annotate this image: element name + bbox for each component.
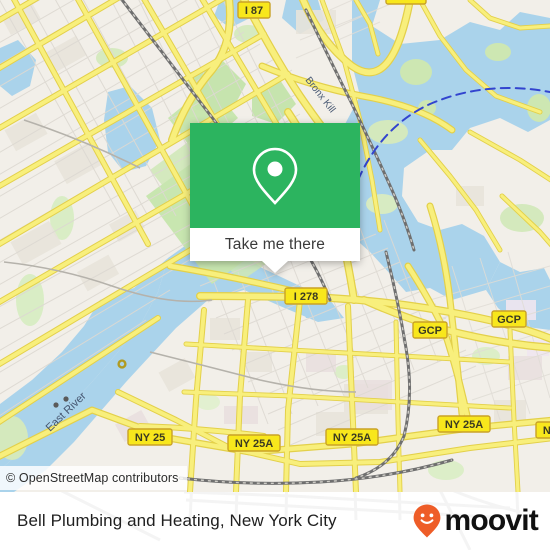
map-shield-ny25: NY 25 xyxy=(127,428,173,446)
map-shield-gcp-2: GCP xyxy=(491,310,527,328)
svg-text:NY 25A: NY 25A xyxy=(235,438,273,450)
map-shield-i278: I 278 xyxy=(284,287,328,305)
page-title: Bell Plumbing and Heating, New York City xyxy=(17,511,337,530)
take-me-there-button[interactable]: Take me there xyxy=(190,228,360,261)
map-shield-i278-top: I 278 xyxy=(385,0,427,5)
take-me-there-label: Take me there xyxy=(224,235,326,253)
moovit-map-screenshot: Bronx Kill East River I 87 I 278 I 278 xyxy=(0,0,550,550)
popup-pin-panel xyxy=(190,123,360,228)
svg-text:GCP: GCP xyxy=(497,314,521,326)
moovit-wordmark: moovit xyxy=(444,504,538,537)
map-shield-i87: I 87 xyxy=(237,1,271,19)
svg-text:I 278: I 278 xyxy=(294,291,318,303)
popup-tail xyxy=(262,261,288,273)
moovit-smiley-pin-icon xyxy=(414,504,441,538)
location-popup-card[interactable]: Take me there xyxy=(190,123,360,273)
svg-text:I 278: I 278 xyxy=(394,0,418,3)
map-shield-edge: NY 25A xyxy=(535,421,550,439)
map-shield-ny25a-1: NY 25A xyxy=(227,434,281,452)
svg-text:NY 25: NY 25 xyxy=(135,432,165,444)
svg-text:NY 25A: NY 25A xyxy=(445,419,483,431)
svg-text:I 87: I 87 xyxy=(245,5,263,17)
osm-attribution[interactable]: © OpenStreetMap contributors xyxy=(0,466,187,490)
osm-attribution-text: © OpenStreetMap contributors xyxy=(6,471,179,485)
svg-text:NY 25A: NY 25A xyxy=(543,425,550,437)
map-shield-ny25a-2: NY 25A xyxy=(325,428,379,446)
footer-bar: Bell Plumbing and Heating, New York City… xyxy=(0,492,550,550)
map-pin-icon xyxy=(252,147,298,205)
moovit-logo[interactable]: moovit xyxy=(412,503,539,539)
svg-text:GCP: GCP xyxy=(418,325,442,337)
map-shield-ny25a-3: NY 25A xyxy=(437,415,491,433)
svg-text:NY 25A: NY 25A xyxy=(333,432,371,444)
map-shield-gcp-1: GCP xyxy=(412,321,448,339)
